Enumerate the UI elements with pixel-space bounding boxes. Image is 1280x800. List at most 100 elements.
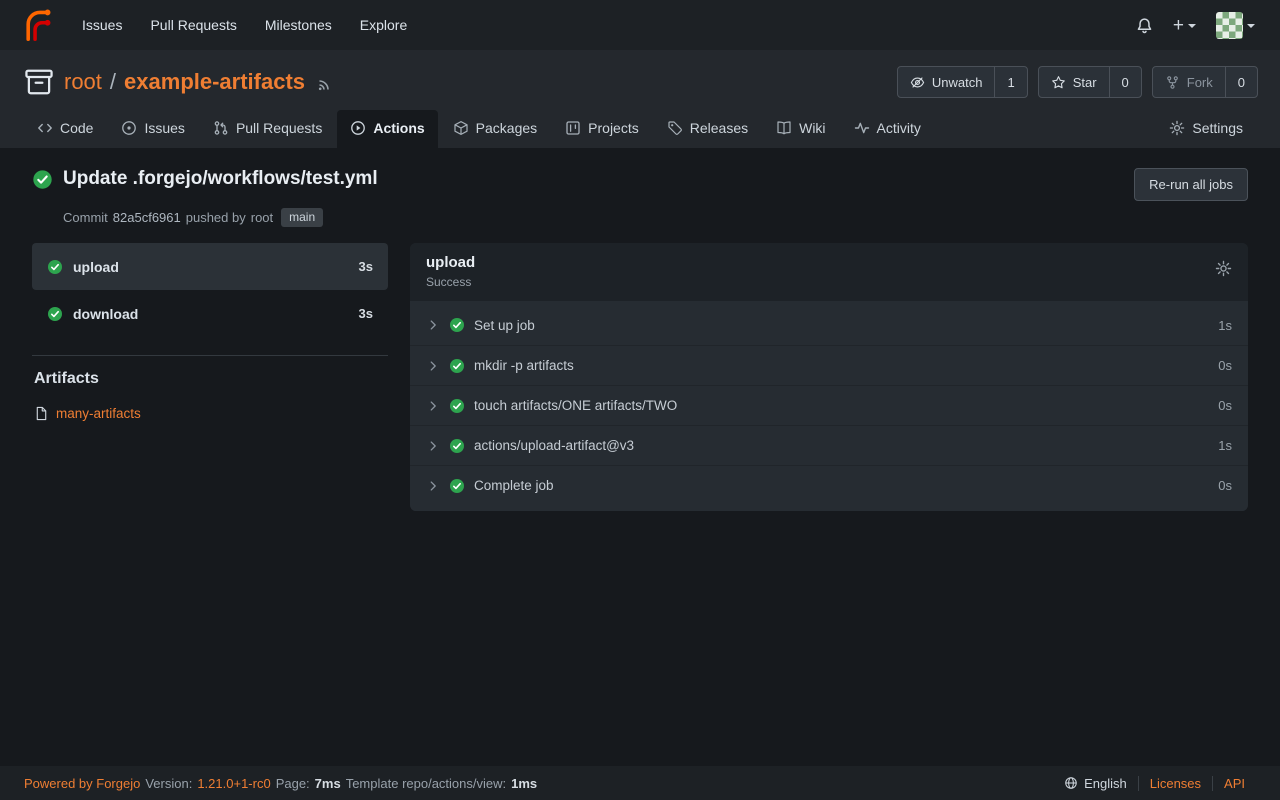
commit-line: Commit 82a5cf6961 pushed by root main xyxy=(63,208,1248,227)
language-menu[interactable]: English xyxy=(1053,776,1138,791)
tab-projects[interactable]: Projects xyxy=(552,110,652,148)
tab-releases-label: Releases xyxy=(690,120,748,136)
tab-settings[interactable]: Settings xyxy=(1156,110,1256,148)
job-name: download xyxy=(73,306,138,322)
api-link[interactable]: API xyxy=(1212,776,1256,791)
version-link[interactable]: 1.21.0+1-rc0 xyxy=(197,776,270,791)
forgejo-logo[interactable] xyxy=(22,9,55,42)
branch-badge[interactable]: main xyxy=(281,208,323,227)
tab-wiki[interactable]: Wiki xyxy=(763,110,838,148)
star-button[interactable]: Star xyxy=(1039,67,1109,97)
step-duration: 0s xyxy=(1218,358,1232,373)
tab-settings-label: Settings xyxy=(1192,120,1243,136)
page-footer: Powered by Forgejo Version: 1.21.0+1-rc0… xyxy=(0,766,1280,800)
tab-actions-label: Actions xyxy=(373,120,424,136)
tab-issues[interactable]: Issues xyxy=(108,110,197,148)
powered-by-link[interactable]: Powered by Forgejo xyxy=(24,776,140,791)
step-row-upload-artifact[interactable]: actions/upload-artifact@v3 1s xyxy=(410,425,1248,465)
repo-title-row: root / example-artifacts xyxy=(22,62,1258,110)
job-detail-header: upload Success xyxy=(410,243,1248,301)
unwatch-button[interactable]: Unwatch xyxy=(898,67,995,97)
breadcrumb: root / example-artifacts xyxy=(64,69,305,95)
tab-code[interactable]: Code xyxy=(24,110,106,148)
step-duration: 1s xyxy=(1218,318,1232,333)
jobs-sidebar: upload 3s download 3s Artifacts many-art… xyxy=(32,243,388,421)
actions-run-view: Update .forgejo/workflows/test.yml Re-ru… xyxy=(0,148,1280,511)
chevron-right-icon xyxy=(426,318,440,332)
pusher-link[interactable]: root xyxy=(251,210,273,225)
tab-packages[interactable]: Packages xyxy=(440,110,550,148)
artifacts-heading: Artifacts xyxy=(32,370,388,388)
success-check-icon xyxy=(449,358,465,374)
licenses-link[interactable]: Licenses xyxy=(1138,776,1212,791)
eye-slash-icon xyxy=(910,75,925,90)
breadcrumb-separator: / xyxy=(110,69,116,95)
tab-packages-label: Packages xyxy=(476,120,537,136)
step-row-mkdir[interactable]: mkdir -p artifacts 0s xyxy=(410,345,1248,385)
page-time-label: Page: xyxy=(276,776,310,791)
nav-item-pull-requests[interactable]: Pull Requests xyxy=(137,9,249,41)
job-item-upload[interactable]: upload 3s xyxy=(32,243,388,290)
job-detail-title-wrap: upload Success xyxy=(426,254,475,289)
plus-icon: + xyxy=(1173,16,1184,35)
forks-count[interactable]: 0 xyxy=(1225,67,1257,97)
top-navbar: Issues Pull Requests Milestones Explore … xyxy=(0,0,1280,50)
step-duration: 0s xyxy=(1218,398,1232,413)
create-new-button[interactable]: + xyxy=(1164,10,1205,41)
tab-releases[interactable]: Releases xyxy=(654,110,761,148)
step-row-touch-artifacts[interactable]: touch artifacts/ONE artifacts/TWO 0s xyxy=(410,385,1248,425)
repo-action-buttons: Unwatch 1 Star 0 xyxy=(897,66,1258,98)
tab-actions[interactable]: Actions xyxy=(337,110,437,148)
globe-icon xyxy=(1064,776,1078,790)
run-title-wrap: Update .forgejo/workflows/test.yml xyxy=(32,168,378,190)
job-settings-button[interactable] xyxy=(1215,260,1232,277)
sidebar-divider xyxy=(32,355,388,356)
steps-list: Set up job 1s mkdir -p artifacts 0s touc… xyxy=(410,301,1248,511)
watchers-count[interactable]: 1 xyxy=(994,67,1026,97)
tab-pull-requests[interactable]: Pull Requests xyxy=(200,110,335,148)
run-title: Update .forgejo/workflows/test.yml xyxy=(63,168,378,190)
package-icon xyxy=(453,120,469,136)
template-time-label: Template repo/actions/view: xyxy=(346,776,506,791)
tab-pull-requests-label: Pull Requests xyxy=(236,120,322,136)
success-check-icon xyxy=(449,478,465,494)
fork-button[interactable]: Fork xyxy=(1153,67,1225,97)
pulse-icon xyxy=(854,120,870,136)
page-time-value: 7ms xyxy=(315,776,341,791)
repo-name-link[interactable]: example-artifacts xyxy=(124,69,305,95)
book-icon xyxy=(776,120,792,136)
step-row-setup-job[interactable]: Set up job 1s xyxy=(410,305,1248,345)
artifact-name: many-artifacts xyxy=(56,406,141,421)
notifications-button[interactable] xyxy=(1127,11,1162,40)
step-row-complete-job[interactable]: Complete job 0s xyxy=(410,465,1248,505)
step-label: Complete job xyxy=(474,478,554,493)
chevron-down-icon xyxy=(1188,24,1196,28)
artifact-link-many-artifacts[interactable]: many-artifacts xyxy=(32,406,388,421)
tab-activity[interactable]: Activity xyxy=(841,110,934,148)
gear-icon xyxy=(1215,260,1232,277)
success-check-icon xyxy=(449,438,465,454)
footer-left: Powered by Forgejo Version: 1.21.0+1-rc0… xyxy=(24,776,537,791)
nav-item-explore[interactable]: Explore xyxy=(347,9,420,41)
job-name: upload xyxy=(73,259,119,275)
job-item-download[interactable]: download 3s xyxy=(32,290,388,337)
tab-code-label: Code xyxy=(60,120,93,136)
success-check-icon xyxy=(47,306,63,322)
repo-icon xyxy=(24,67,54,97)
nav-item-milestones[interactable]: Milestones xyxy=(252,9,345,41)
rerun-all-jobs-button[interactable]: Re-run all jobs xyxy=(1134,168,1248,201)
rss-button[interactable] xyxy=(317,76,333,92)
tab-wiki-label: Wiki xyxy=(799,120,825,136)
user-menu-button[interactable] xyxy=(1207,6,1264,45)
step-label: touch artifacts/ONE artifacts/TWO xyxy=(474,398,677,413)
tabs-spacer xyxy=(936,110,1155,148)
commit-sha-link[interactable]: 82a5cf6961 xyxy=(113,210,181,225)
chevron-right-icon xyxy=(426,359,440,373)
stars-count[interactable]: 0 xyxy=(1109,67,1141,97)
gear-icon xyxy=(1169,120,1185,136)
nav-item-issues[interactable]: Issues xyxy=(69,9,135,41)
repo-owner-link[interactable]: root xyxy=(64,69,102,95)
play-circle-icon xyxy=(350,120,366,136)
project-board-icon xyxy=(565,120,581,136)
template-time-value: 1ms xyxy=(511,776,537,791)
